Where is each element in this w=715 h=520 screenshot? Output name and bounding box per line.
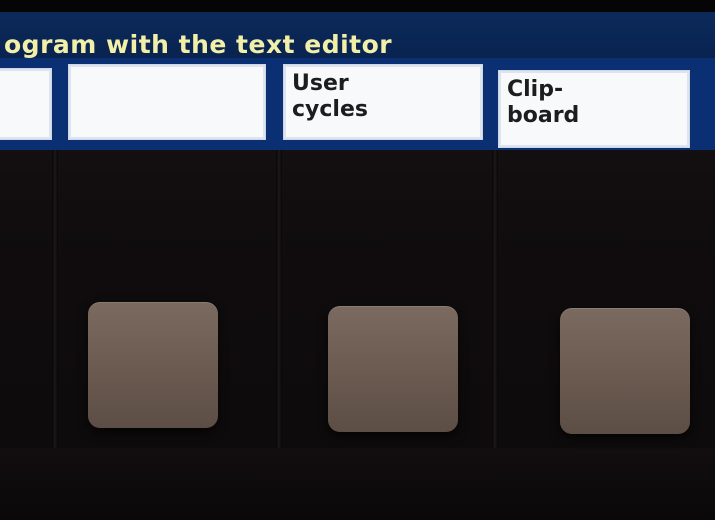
softkey-clipboard-label: Clip- board bbox=[507, 77, 580, 128]
softkey-user-cycles[interactable]: User cycles bbox=[283, 64, 483, 140]
bezel-lower bbox=[0, 448, 715, 520]
softkey-1[interactable] bbox=[0, 68, 52, 140]
page-title: ogram with the text editor bbox=[4, 30, 393, 59]
softkey-bar: User cycles Clip- board bbox=[0, 58, 715, 150]
softkey-2[interactable] bbox=[68, 64, 266, 140]
machine-control-panel: ogram with the text editor User cycles C… bbox=[0, 0, 715, 520]
softkey-user-cycles-label: User cycles bbox=[292, 71, 368, 122]
hardware-softkey-button-3[interactable] bbox=[328, 306, 458, 432]
header-bar: ogram with the text editor bbox=[0, 12, 715, 59]
hardware-softkey-button-4[interactable] bbox=[560, 308, 690, 434]
hardware-softkey-button-2[interactable] bbox=[88, 302, 218, 428]
display-screen: ogram with the text editor User cycles C… bbox=[0, 0, 715, 150]
softkey-clipboard[interactable]: Clip- board bbox=[498, 70, 690, 148]
